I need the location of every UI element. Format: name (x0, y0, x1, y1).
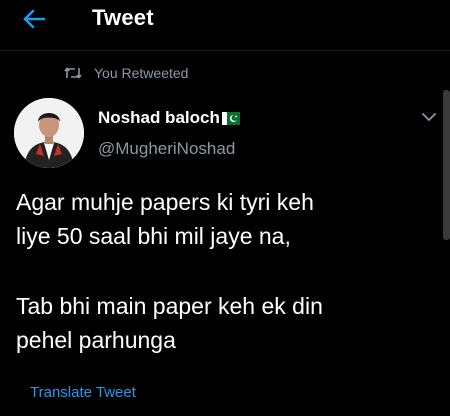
more-options-button[interactable] (418, 108, 440, 126)
arrow-left-icon (23, 9, 46, 29)
tweet-text-line: pehel parhunga (16, 327, 176, 353)
top-app-bar: Tweet (0, 0, 450, 51)
tweet-text-line: liye 50 saal bhi mil jaye na, (16, 223, 291, 249)
page-title: Tweet (92, 5, 154, 30)
retweet-context: You Retweeted (64, 63, 188, 83)
translate-tweet-link[interactable]: Translate Tweet (30, 383, 136, 403)
author-name[interactable]: Noshad baloch (98, 107, 240, 129)
avatar-photo (14, 98, 84, 168)
avatar[interactable] (14, 98, 84, 168)
pakistan-flag-icon (221, 111, 240, 125)
tweet-detail-screen: Tweet You Retweeted Noshad baloch @Mughe… (0, 0, 450, 416)
tweet-text-line: Tab bhi main paper keh ek din (16, 293, 323, 319)
author-handle[interactable]: @MugheriNoshad (98, 138, 235, 160)
author-display-name: Noshad baloch (98, 108, 220, 127)
scrollbar[interactable] (443, 90, 450, 240)
chevron-down-icon (422, 113, 436, 121)
back-button[interactable] (16, 4, 52, 34)
retweet-context-label: You Retweeted (94, 65, 189, 81)
tweet-text-line: Agar muhje papers ki tyri keh (16, 189, 314, 215)
retweet-icon (64, 67, 82, 79)
